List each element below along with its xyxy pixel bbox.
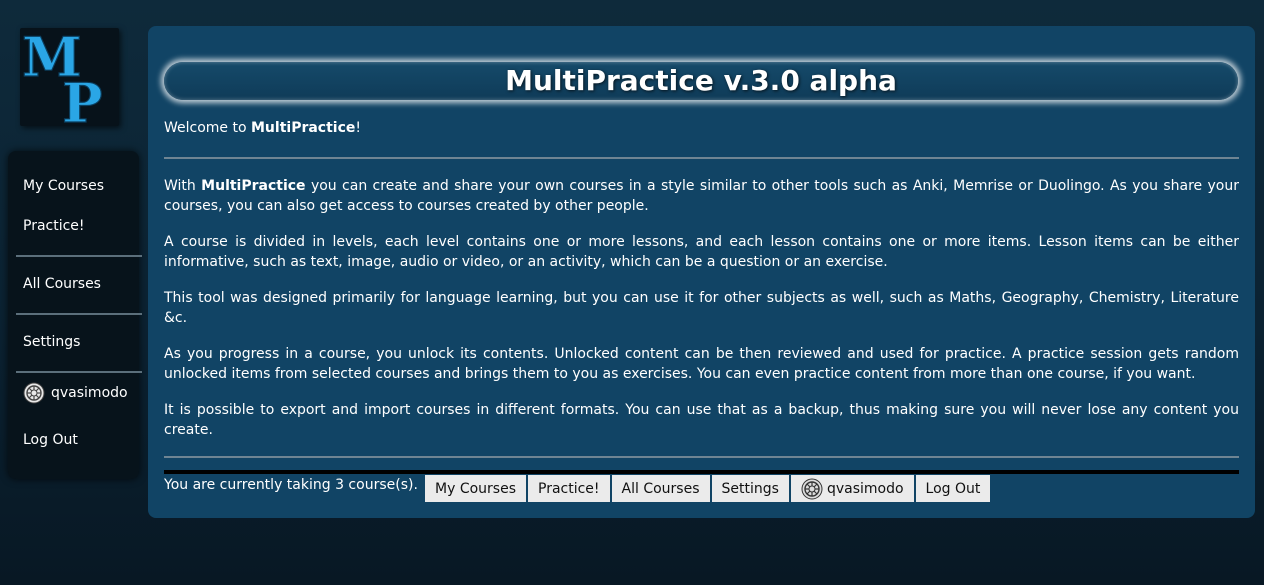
divider [164,157,1239,159]
divider [164,456,1239,458]
intro-rest: you can create and share your own course… [164,178,1239,214]
sidebar-item-settings[interactable]: Settings [23,334,80,350]
sidebar-item-all-courses[interactable]: All Courses [23,276,101,292]
paragraph: This tool was designed primarily for lan… [164,290,1239,326]
intro-prefix: With [164,178,202,194]
mp-logo-icon: M P [20,28,119,126]
content: Welcome to MultiPractice! With MultiPrac… [164,118,1239,511]
bottom-nav-my-courses[interactable]: My Courses [425,475,528,502]
sidebar-item-my-courses[interactable]: My Courses [23,178,104,194]
bottom-nav-settings[interactable]: Settings [711,475,791,502]
intro-app-name: MultiPractice [201,178,306,194]
sidebar-item-label: qvasimodo [51,385,128,401]
sidebar: My Courses Practice! All Courses Setting… [8,151,142,479]
welcome-text: Welcome to MultiPractice! [164,118,1239,138]
page-title: MultiPractice v.3.0 alpha [505,64,897,97]
main-panel: MultiPractice v.3.0 alpha Welcome to Mul… [148,26,1255,518]
bottom-nav-practice[interactable]: Practice! [528,475,612,502]
logo-letter-p: P [62,71,103,126]
sidebar-item-label: All Courses [23,276,101,292]
bottom-nav-profile-label: qvasimodo [826,480,904,497]
sidebar-divider [16,255,142,257]
sidebar-item-label: My Courses [23,178,104,194]
welcome-suffix: ! [355,120,362,136]
bottom-nav-all-courses[interactable]: All Courses [611,475,712,502]
bottom-nav-profile[interactable]: qvasimodo [790,475,916,502]
bottom-nav: My Courses Practice! All Courses Setting… [425,475,991,502]
title-bar: MultiPractice v.3.0 alpha [164,62,1238,100]
sidebar-item-profile[interactable]: qvasimodo [23,382,128,404]
paragraph: As you progress in a course, you unlock … [164,346,1239,382]
paragraph: It is possible to export and import cour… [164,402,1239,438]
bottom-divider [164,470,1239,474]
sidebar-item-log-out[interactable]: Log Out [23,432,78,448]
sidebar-item-label: Log Out [23,432,78,448]
intro-paragraph: With MultiPractice you can create and sh… [164,176,1239,216]
sidebar-divider [16,371,142,373]
paragraph: A course is divided in levels, each leve… [164,234,1239,270]
sidebar-item-label: Settings [23,334,81,350]
welcome-app-name: MultiPractice [251,120,356,136]
gear-icon [801,478,823,500]
bottom-nav-log-out[interactable]: Log Out [915,475,991,502]
welcome-prefix: Welcome to [164,120,251,136]
sidebar-divider [16,313,142,315]
sidebar-item-label: Practice! [23,218,85,234]
sidebar-item-practice[interactable]: Practice! [23,218,85,234]
gear-icon [23,382,45,404]
